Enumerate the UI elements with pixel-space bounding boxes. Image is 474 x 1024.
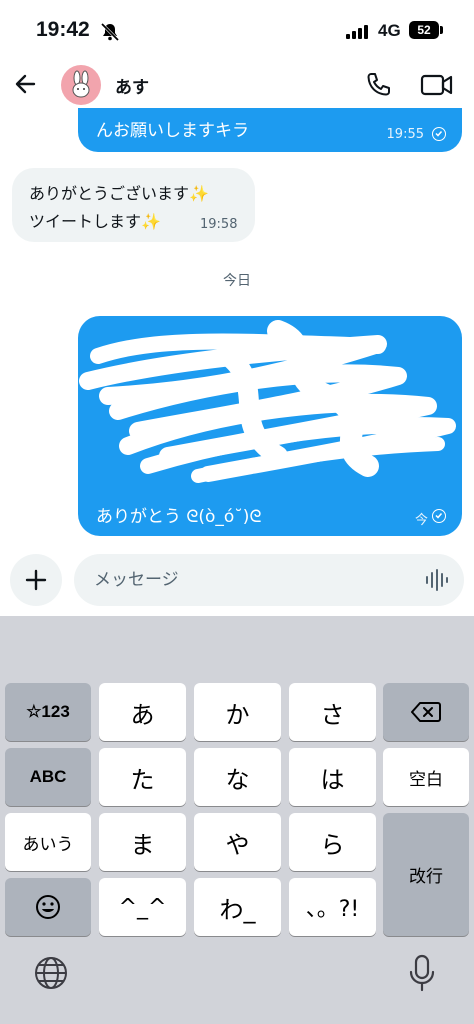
key-punctuation[interactable]: 、。?! [289, 878, 376, 936]
video-call-icon[interactable] [420, 70, 454, 100]
avatar[interactable] [61, 65, 101, 105]
message-text-line1: ありがとうございます✨ [29, 184, 209, 203]
battery-cap [440, 26, 443, 34]
key-numbers[interactable]: ☆123 [5, 683, 91, 741]
redaction-scribble [79, 320, 456, 483]
voice-waveform-icon[interactable] [424, 568, 450, 592]
backspace-icon [411, 702, 441, 722]
key-na[interactable]: な [194, 748, 281, 806]
microphone-icon[interactable] [408, 954, 436, 992]
space-key[interactable]: 空白 [383, 748, 469, 806]
network-type: 4G [378, 21, 401, 40]
key-ta[interactable]: た [99, 748, 186, 806]
status-time: 19:42 [36, 18, 90, 41]
key-sa[interactable]: さ [289, 683, 376, 741]
key-ma[interactable]: ま [99, 813, 186, 871]
key-kana[interactable]: あいう [5, 813, 91, 871]
phone-icon[interactable] [364, 70, 394, 100]
emoji-icon [36, 895, 60, 919]
message-bubble-outgoing-redacted[interactable]: ありがとう ᘓ(ò_ó˘)ᘓ 今 [78, 316, 462, 536]
bell-off-icon [100, 22, 120, 42]
rabbit-icon [72, 70, 90, 98]
read-check-icon [432, 127, 446, 141]
key-wa[interactable]: わ_ [194, 878, 281, 936]
emoji-key[interactable] [5, 878, 91, 936]
keyboard: ☆123 あ か さ ABC た な は 空白 あいう ま や ら 改行 ^_^… [0, 616, 474, 1024]
date-separator: 今日 [223, 273, 251, 289]
backspace-key[interactable] [383, 683, 469, 741]
key-ka[interactable]: か [194, 683, 281, 741]
sent-check-icon [432, 509, 446, 523]
signal-icon [346, 25, 368, 39]
key-ra[interactable]: ら [289, 813, 376, 871]
plus-icon [25, 569, 47, 591]
key-kaomoji[interactable]: ^_^ [99, 878, 186, 936]
message-input[interactable] [74, 554, 464, 606]
message-text: んお願いしますキラ [96, 121, 249, 141]
add-media-button[interactable] [10, 554, 62, 606]
globe-icon[interactable] [34, 956, 68, 990]
message-bubble-outgoing[interactable]: んお願いしますキラ 19:55 [78, 108, 462, 152]
status-bar: 19:42 4G 52 [0, 0, 474, 60]
message-time: 19:58 [200, 217, 238, 232]
return-key[interactable]: 改行 [383, 813, 469, 936]
contact-name[interactable]: あす [115, 73, 149, 98]
back-arrow-icon[interactable] [10, 68, 42, 100]
message-text: ありがとう ᘓ(ò_ó˘)ᘓ [96, 507, 262, 527]
key-a[interactable]: あ [99, 683, 186, 741]
message-time: 今 [414, 513, 428, 528]
message-time: 19:55 [386, 127, 424, 142]
key-ha[interactable]: は [289, 748, 376, 806]
chat-header: あす [0, 60, 474, 110]
message-text-line2: ツイートします✨ [29, 212, 161, 231]
key-abc[interactable]: ABC [5, 748, 91, 806]
battery-icon: 52 [409, 21, 439, 39]
key-ya[interactable]: や [194, 813, 281, 871]
message-bubble-incoming[interactable]: ありがとうございます✨ ツイートします✨ 19:58 [12, 168, 255, 242]
